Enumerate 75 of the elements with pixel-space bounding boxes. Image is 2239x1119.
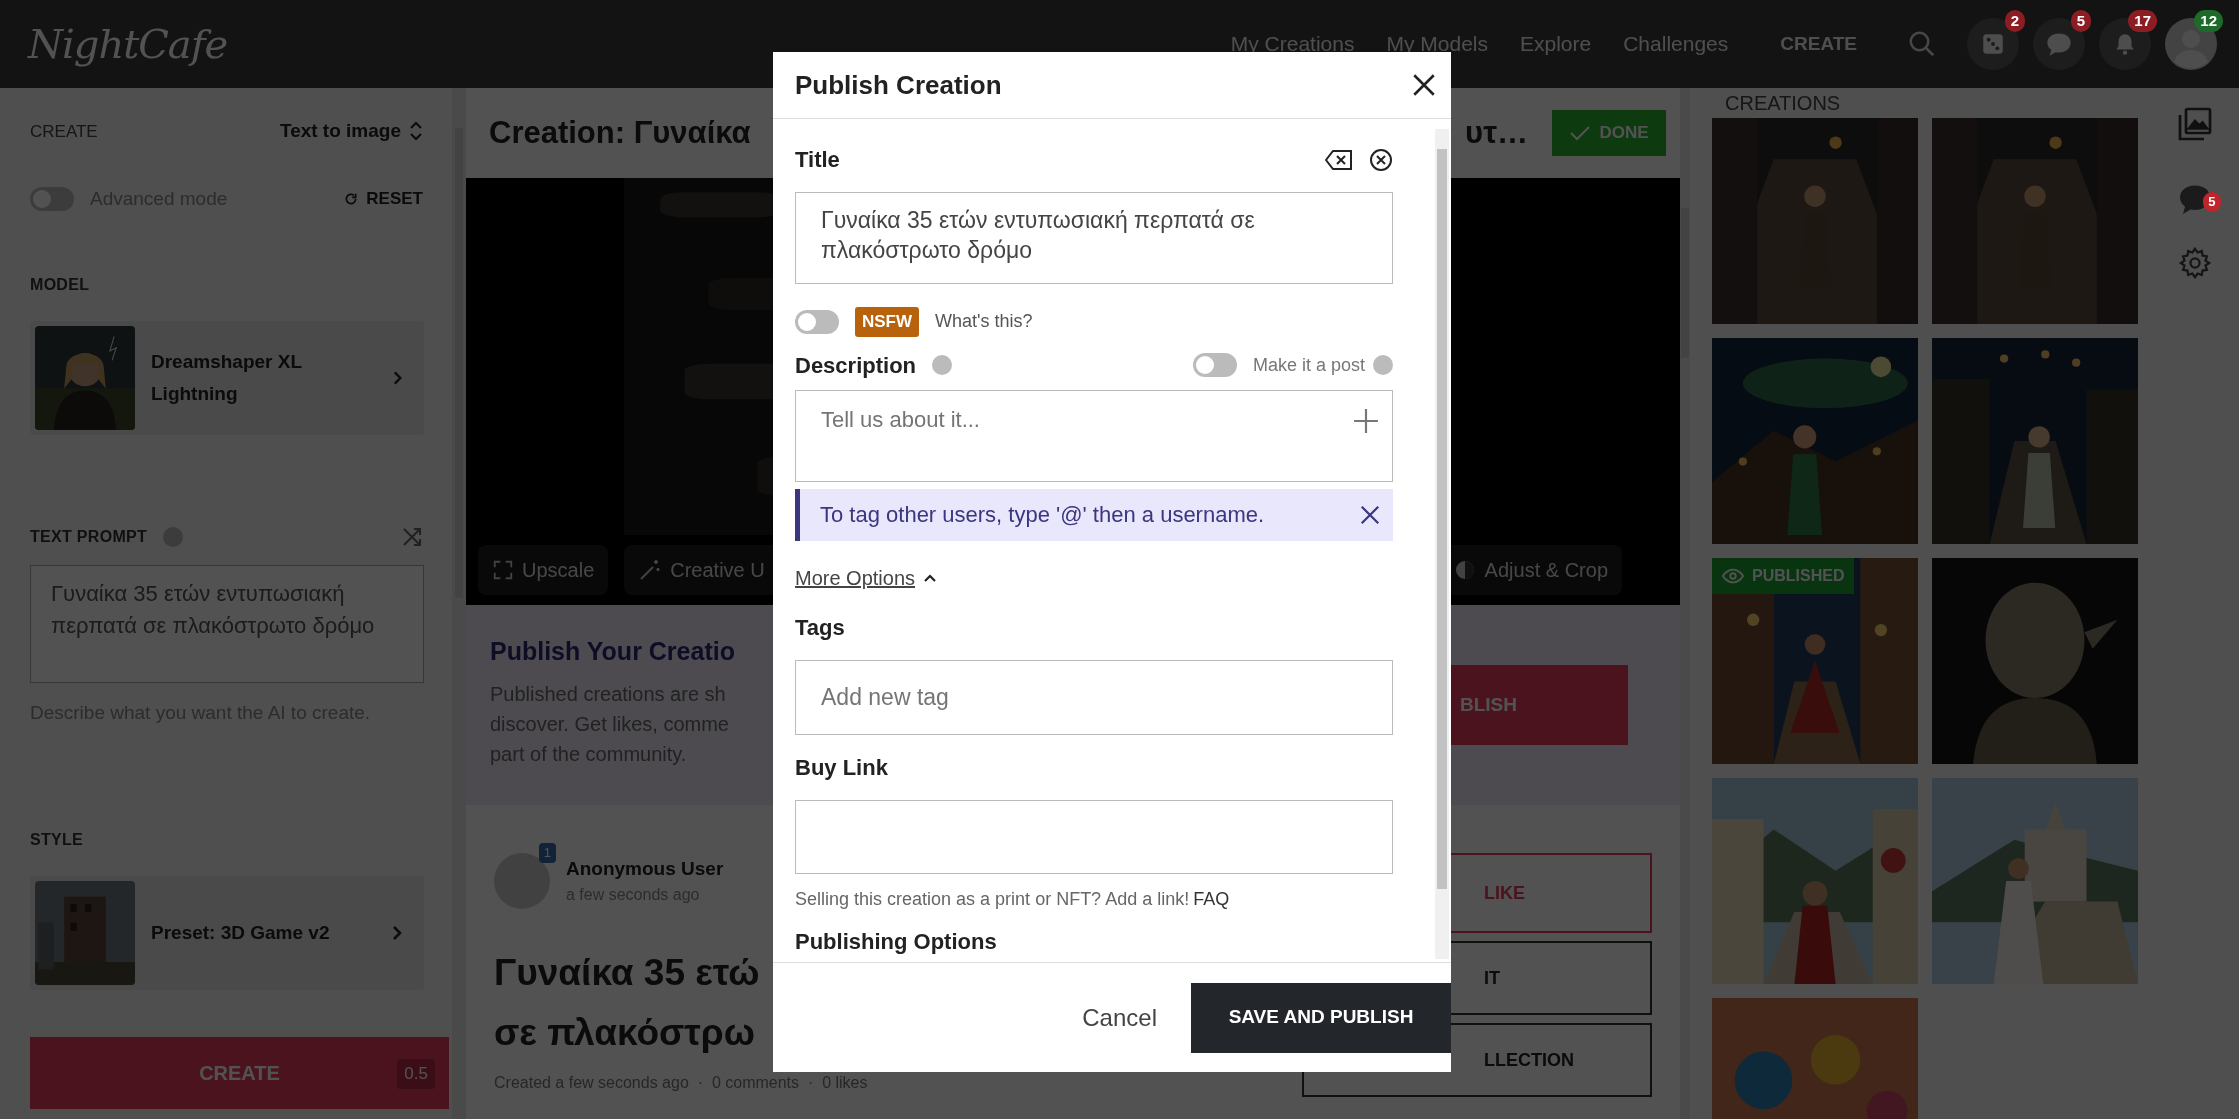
creation-title: Creation: Γυναίκα xyxy=(489,113,751,152)
field-label: Description xyxy=(795,351,917,380)
count-badge: 2 xyxy=(2004,10,2025,32)
item-name: Preset: 3D Game v2 xyxy=(151,920,331,945)
clear-icon[interactable] xyxy=(1369,147,1393,172)
field-label: Title xyxy=(795,146,840,174)
mode-selector[interactable]: Text to image xyxy=(278,116,424,147)
scrollbar[interactable] xyxy=(452,88,466,1119)
toggle-label: Make it a post xyxy=(1252,353,1365,377)
settings-icon[interactable] xyxy=(2177,246,2212,280)
help-icon[interactable] xyxy=(932,355,953,375)
eye-icon xyxy=(1722,568,1744,584)
reset-button[interactable]: RESET xyxy=(343,185,424,213)
cost-badge: 0.5 xyxy=(397,1059,435,1089)
help-text: Selling this creation as a print or NFT? Add a link! xyxy=(795,887,1190,911)
chevron-icon xyxy=(391,369,403,387)
chat-icon xyxy=(2045,31,2073,57)
count-badge: 5 xyxy=(2203,192,2221,212)
title-line: σε πλακόστρω xyxy=(494,1011,756,1055)
tags-field[interactable]: Add new tag xyxy=(795,659,1393,735)
item-name: Dreamshaper XL Lightning xyxy=(151,350,303,406)
search-icon[interactable] xyxy=(1907,29,1937,59)
add-icon[interactable] xyxy=(1353,407,1379,434)
field-label: Tags xyxy=(795,613,846,642)
section-heading: MODEL xyxy=(30,275,91,295)
help-icon[interactable] xyxy=(1373,355,1393,375)
help-link[interactable]: What's this? xyxy=(935,308,1033,336)
faq-link[interactable]: FAQ xyxy=(1193,885,1230,913)
close-icon[interactable] xyxy=(1411,72,1437,98)
up-down-caret-icon xyxy=(409,120,423,143)
nsfw-tag: NSFW xyxy=(855,307,920,337)
dialog-title: Publish Creation xyxy=(795,68,1002,102)
icon-button[interactable] xyxy=(1967,18,2019,70)
section-heading: STYLE xyxy=(30,829,85,850)
count-badge: 12 xyxy=(2194,10,2223,32)
scrollbar[interactable] xyxy=(1435,129,1449,959)
creation-title: υτ… xyxy=(1465,113,1528,152)
avatar[interactable] xyxy=(2165,18,2217,70)
chevron-icon xyxy=(391,923,403,942)
section-heading: TEXT PROMPT xyxy=(30,527,148,547)
field-label: Buy Link xyxy=(795,753,889,782)
description-field[interactable]: Tell us about it... xyxy=(795,389,1393,482)
author-name[interactable]: Anonymous User xyxy=(566,854,724,884)
dice-icon xyxy=(1980,31,2006,57)
scrollbar[interactable] xyxy=(1680,88,1690,1119)
save-and-publish-button[interactable]: SAVE AND PUBLISH xyxy=(1191,982,1451,1053)
section-heading: Publishing Options xyxy=(795,927,998,956)
buy-link-field[interactable] xyxy=(795,799,1393,874)
upscale-icon xyxy=(492,559,514,581)
done-button[interactable]: DONE xyxy=(1552,110,1666,156)
panel-heading: CREATIONS xyxy=(1725,91,1841,116)
title-field[interactable]: Γυναίκα 35 ετών εντυπωσιακή περπατά σε πλακόστρωτο δρόμο xyxy=(795,192,1393,284)
tip-text: To tag other users, type '@' then a username. xyxy=(820,501,1265,529)
toggle-switch[interactable] xyxy=(795,309,839,334)
published-tag: PUBLISHED xyxy=(1712,558,1855,594)
section-heading: CREATE xyxy=(30,120,98,143)
wand-icon xyxy=(638,558,663,582)
count-badge: 17 xyxy=(2128,10,2157,32)
level-badge: 1 xyxy=(538,843,556,863)
icon-button[interactable] xyxy=(2033,18,2085,70)
refresh-icon xyxy=(344,191,359,206)
toggle-switch[interactable] xyxy=(1192,353,1237,377)
more-options-link[interactable]: More Options xyxy=(795,562,916,593)
close-icon[interactable] xyxy=(1359,503,1381,526)
cancel-button[interactable]: Cancel xyxy=(1076,998,1163,1037)
check-icon xyxy=(1569,124,1592,142)
count-badge: 5 xyxy=(2070,10,2091,32)
style-card[interactable]: Preset: 3D Game v2 xyxy=(30,875,424,990)
shuffle-icon[interactable] xyxy=(400,525,424,549)
panel-heading: Publish Your Creatio xyxy=(490,636,735,667)
model-card[interactable]: Dreamshaper XL Lightning xyxy=(30,321,424,435)
backspace-icon[interactable] xyxy=(1325,148,1353,171)
gallery-icon[interactable] xyxy=(2176,106,2213,142)
caret-icon[interactable] xyxy=(923,572,938,583)
icon-button[interactable] xyxy=(2099,18,2151,70)
